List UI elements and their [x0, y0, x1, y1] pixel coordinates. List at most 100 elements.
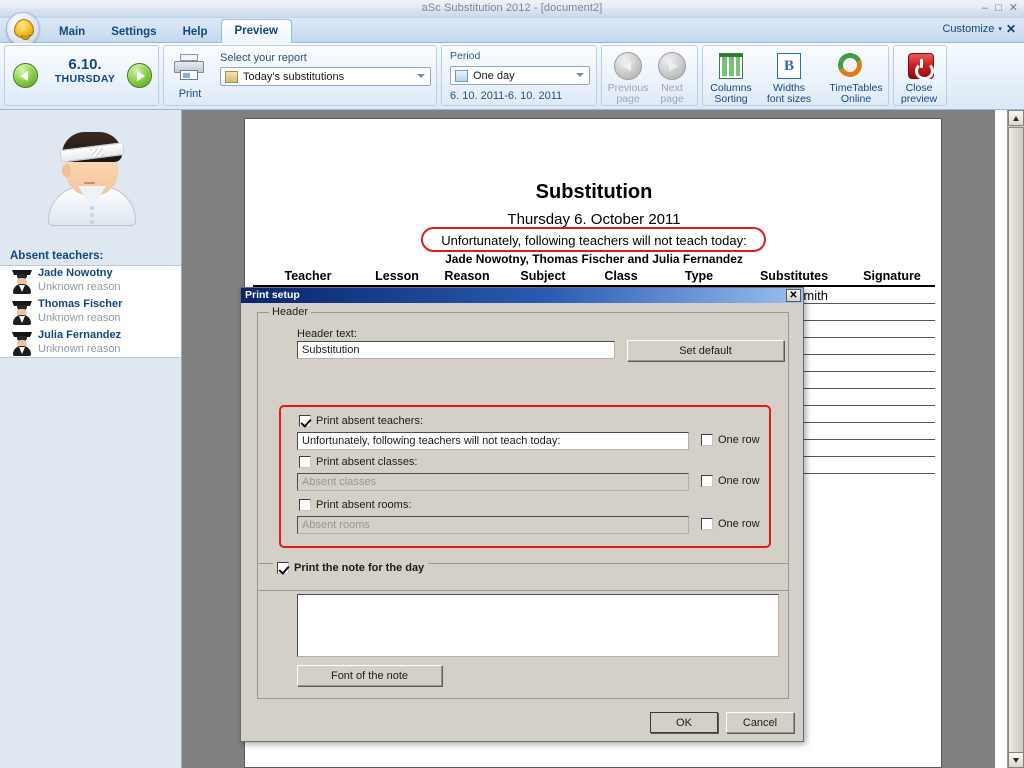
- report-select-value: Today's substitutions: [243, 70, 345, 83]
- font-size-icon: [777, 53, 801, 79]
- absent-rooms-text-input[interactable]: Absent rooms: [297, 516, 689, 534]
- print-absent-teachers-label: Print absent teachers:: [316, 415, 424, 427]
- tab-help[interactable]: Help: [170, 22, 221, 43]
- list-item[interactable]: Jade Nowotny Unknown reason: [0, 266, 181, 297]
- printer-icon[interactable]: [174, 54, 204, 80]
- ribbon-group-tools: Columns Sorting Widths font sizes TimeTa…: [702, 45, 889, 106]
- print-absent-rooms-label: Print absent rooms:: [316, 499, 412, 511]
- print-absent-rooms-checkbox[interactable]: [299, 499, 311, 511]
- previous-page-line2: page: [616, 93, 640, 105]
- print-absent-teachers-checkbox[interactable]: [299, 415, 311, 427]
- absent-rooms-one-row[interactable]: One row: [701, 518, 760, 530]
- column-header-lesson: Lesson: [375, 269, 419, 283]
- left-sidebar: Absent teachers: Jade Nowotny Unknown re…: [0, 110, 182, 768]
- period-select-value: One day: [473, 69, 515, 82]
- columns-line2: Sorting: [714, 93, 748, 105]
- teacher-reason: Unknown reason: [38, 281, 121, 293]
- teacher-reason: Unknown reason: [38, 343, 121, 355]
- next-page-button[interactable]: Next page: [648, 50, 696, 105]
- widths-fontsizes-button[interactable]: Widths font sizes: [765, 50, 813, 105]
- print-absent-classes-row[interactable]: Print absent classes:: [299, 456, 418, 468]
- previous-day-button[interactable]: [13, 63, 38, 88]
- absent-teachers-one-row[interactable]: One row: [701, 434, 760, 446]
- columns-icon: [719, 53, 743, 79]
- scroll-up-button[interactable]: [1008, 110, 1024, 126]
- graduate-icon: [12, 301, 32, 325]
- absent-rooms-one-row-checkbox[interactable]: [701, 518, 713, 530]
- header-text-input[interactable]: Substitution: [297, 341, 615, 359]
- print-absent-rooms-row[interactable]: Print absent rooms:: [299, 499, 411, 511]
- maximize-icon[interactable]: □: [995, 2, 1002, 14]
- window-titlebar: aSc Substitution 2012 - [document2] – □ …: [0, 0, 1024, 18]
- date-number: 6.10.: [68, 56, 102, 73]
- tab-main[interactable]: Main: [46, 22, 98, 43]
- font-of-note-button[interactable]: Font of the note: [297, 665, 442, 686]
- vertical-scrollbar[interactable]: [1007, 110, 1024, 768]
- set-default-button[interactable]: Set default: [627, 340, 784, 361]
- close-icon[interactable]: ✕: [1009, 2, 1018, 14]
- absent-teachers-one-row-checkbox[interactable]: [701, 434, 713, 446]
- chevron-down-icon: [417, 74, 425, 78]
- cancel-button[interactable]: Cancel: [726, 712, 794, 733]
- absent-classes-text-input[interactable]: Absent classes: [297, 473, 689, 491]
- columns-sorting-button[interactable]: Columns Sorting: [707, 50, 755, 105]
- timetables-online-button[interactable]: TimeTables Online: [827, 49, 885, 105]
- teacher-name: Thomas Fischer: [38, 298, 123, 310]
- scrollbar-thumb[interactable]: [1008, 127, 1024, 767]
- dialog-close-button[interactable]: ✕: [786, 289, 801, 302]
- ribbon-group-close: Close preview: [893, 45, 947, 106]
- print-absent-teachers-row[interactable]: Print absent teachers:: [299, 415, 423, 427]
- minimize-icon[interactable]: –: [982, 2, 988, 14]
- close-preview-label: Close preview: [891, 83, 947, 105]
- absent-classes-one-row[interactable]: One row: [701, 475, 760, 487]
- tab-preview[interactable]: Preview: [220, 19, 292, 43]
- note-textarea[interactable]: [297, 594, 779, 657]
- absent-teachers-text-input[interactable]: Unfortunately, following teachers will n…: [297, 432, 689, 450]
- print-note-checkbox[interactable]: [277, 562, 289, 574]
- app-logo-icon[interactable]: [6, 12, 40, 46]
- graduate-icon: [12, 270, 32, 294]
- ribbon-group-pagenav: Previous page Next page: [601, 45, 698, 106]
- print-setup-dialog: Print setup ✕ Header Header text: Substi…: [240, 287, 804, 742]
- timetables-online-label: TimeTables Online: [823, 83, 889, 105]
- header-group-label: Header: [269, 306, 312, 318]
- sync-icon: [834, 49, 866, 81]
- list-item[interactable]: Thomas Fischer Unknown reason: [0, 297, 181, 328]
- report-title: Substitution: [535, 181, 653, 203]
- tab-settings[interactable]: Settings: [98, 22, 169, 43]
- next-page-line2: page: [660, 93, 684, 105]
- column-header-substitutes: Substitutes: [759, 269, 829, 283]
- list-item[interactable]: Julia Fernandez Unknown reason: [0, 328, 181, 359]
- current-date-display: 6.10. THURSDAY: [45, 56, 125, 85]
- absent-teachers-one-row-label: One row: [718, 434, 760, 446]
- absent-classes-one-row-checkbox[interactable]: [701, 475, 713, 487]
- ribbon-group-period: Period One day 6. 10. 2011-6. 10. 2011: [441, 45, 597, 106]
- close-document-icon[interactable]: ✕: [1006, 22, 1016, 36]
- absent-classes-one-row-label: One row: [718, 475, 760, 487]
- ribbon-group-print: Print Select your report Today's substit…: [163, 45, 437, 106]
- report-icon: [225, 70, 238, 83]
- close-preview-button[interactable]: Close preview: [895, 50, 943, 105]
- graduate-icon: [12, 332, 32, 356]
- customize-menu[interactable]: Customize ▾ ✕: [942, 22, 1016, 36]
- teacher-name: Jade Nowotny: [38, 267, 113, 279]
- dialog-titlebar: Print setup: [241, 288, 803, 303]
- print-button-label[interactable]: Print: [170, 88, 210, 100]
- ok-button[interactable]: OK: [650, 712, 718, 733]
- print-note-row[interactable]: Print the note for the day: [273, 562, 429, 574]
- ribbon-tab-bar: Main Settings Help Preview Customize ▾ ✕: [0, 12, 1024, 46]
- period-select[interactable]: One day: [450, 66, 590, 85]
- print-absent-classes-checkbox[interactable]: [299, 456, 311, 468]
- ribbon-group-date: 6.10. THURSDAY: [4, 45, 159, 106]
- absent-teachers-list: Jade Nowotny Unknown reason Thomas Fisch…: [0, 265, 181, 358]
- report-select[interactable]: Today's substitutions: [220, 67, 431, 86]
- customize-label: Customize: [942, 23, 995, 35]
- scroll-down-button[interactable]: [1008, 752, 1024, 768]
- header-text-label: Header text:: [297, 328, 357, 340]
- period-label: Period: [450, 50, 481, 62]
- absent-teacher-avatar-icon: [40, 128, 144, 226]
- widths-fontsizes-label: Widths font sizes: [761, 83, 817, 105]
- chevron-down-icon: ▾: [998, 26, 1002, 33]
- column-header-signature: Signature: [863, 269, 921, 283]
- next-day-button[interactable]: [127, 63, 152, 88]
